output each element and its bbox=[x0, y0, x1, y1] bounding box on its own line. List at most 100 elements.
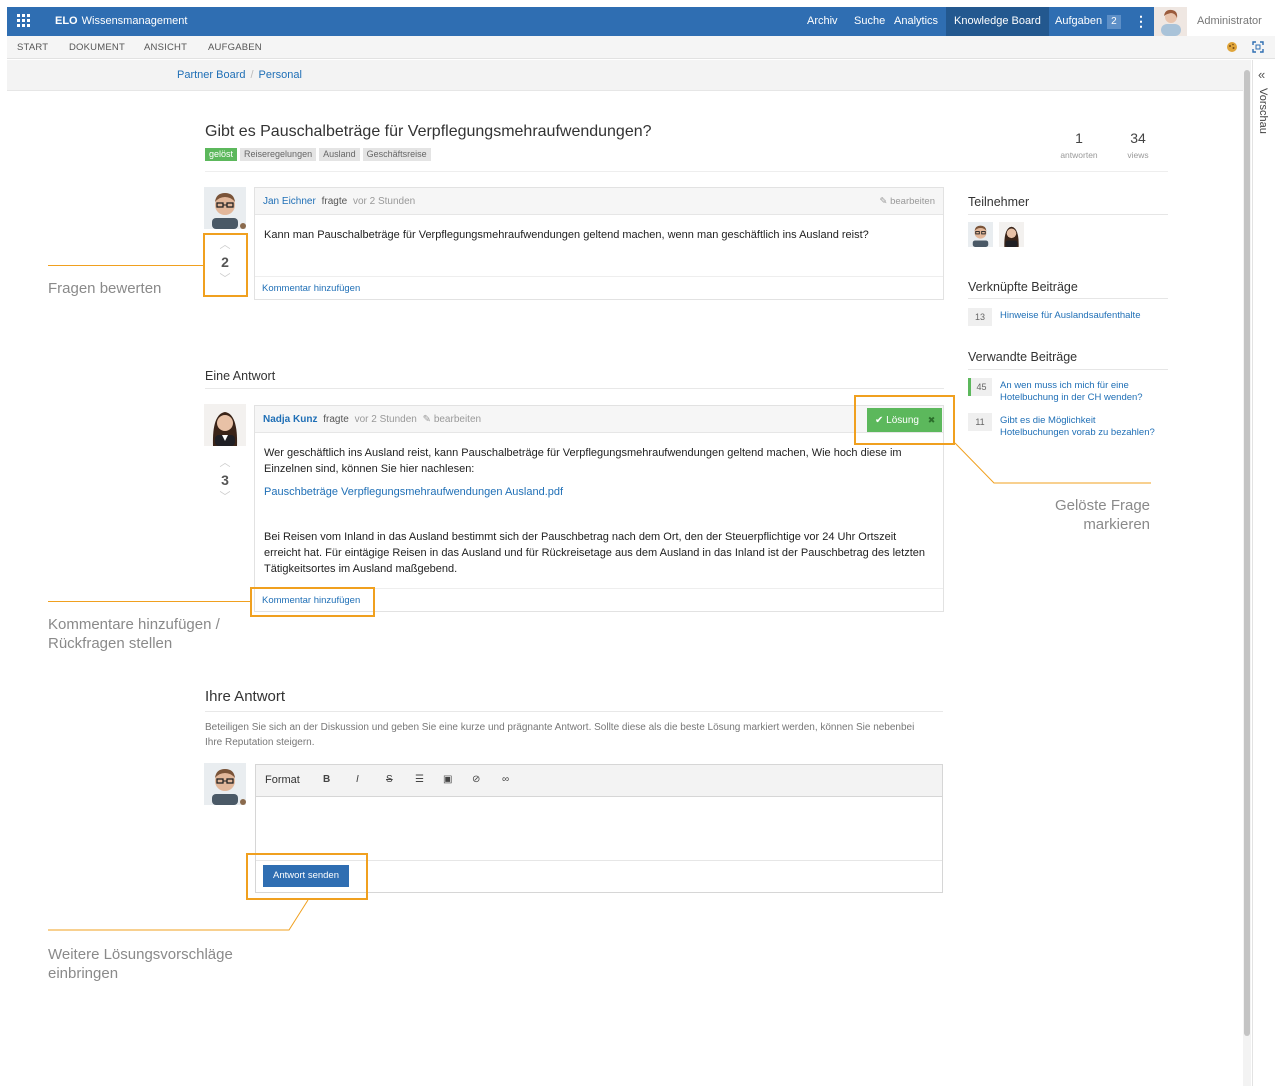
avatar-image bbox=[968, 222, 993, 247]
avatar-current-user[interactable] bbox=[204, 763, 246, 805]
your-answer-divider bbox=[205, 711, 943, 712]
more-menu-icon[interactable]: ⋮ bbox=[1134, 7, 1148, 36]
avatar-nadja-kunz[interactable] bbox=[204, 404, 246, 446]
tag-solved[interactable]: gelöst bbox=[205, 148, 238, 161]
ribbon-tab-ansicht[interactable]: ANSICHT bbox=[144, 42, 187, 53]
breadcrumb-personal[interactable]: Personal bbox=[259, 69, 302, 81]
preview-toggle[interactable]: Vorschau bbox=[1257, 88, 1269, 134]
question-add-comment-link[interactable]: Kommentar hinzufügen bbox=[262, 283, 360, 294]
bold-button[interactable]: B bbox=[323, 774, 330, 785]
answers-stat: 1 antworten bbox=[1049, 130, 1109, 160]
scrollbar-thumb[interactable] bbox=[1244, 70, 1250, 1036]
avatar-jan-eichner[interactable] bbox=[204, 187, 246, 229]
nav-analytics[interactable]: Analytics bbox=[886, 7, 946, 36]
avatar-image bbox=[999, 222, 1024, 247]
related-post-link[interactable]: Gibt es die Möglichkeit Hotelbuchungen v… bbox=[1000, 415, 1155, 439]
ribbon-tab-aufgaben[interactable]: AUFGABEN bbox=[208, 42, 262, 53]
answers-heading: Eine Antwort bbox=[205, 369, 276, 383]
views-label: views bbox=[1127, 150, 1149, 160]
italic-button[interactable]: I bbox=[356, 774, 359, 785]
upvote-icon[interactable]: ︿ bbox=[205, 457, 245, 469]
nav-knowledge-board[interactable]: Knowledge Board bbox=[946, 7, 1049, 36]
views-count: 34 bbox=[1130, 130, 1146, 146]
answers-count: 1 bbox=[1075, 130, 1083, 146]
callout-more-solutions: Weitere Lösungsvorschläge einbringen bbox=[48, 945, 233, 983]
answer-edit-label: bearbeiten bbox=[433, 414, 482, 425]
answer-file-link[interactable]: Pauschbeträge Verpflegungsmehraufwendung… bbox=[264, 484, 563, 500]
linked-post-link[interactable]: Hinweise für Auslandsaufenthalte bbox=[1000, 310, 1140, 322]
question-meta: Jan Eichner fragte vor 2 Stunden bbox=[263, 196, 415, 207]
editor-toolbar: Format B I S ☰ ▣ ⊘ ∞ bbox=[256, 765, 942, 797]
question-verb: fragte bbox=[321, 196, 348, 207]
cookie-icon[interactable] bbox=[1226, 41, 1238, 53]
answers-label: antworten bbox=[1060, 150, 1098, 160]
editor-text-area[interactable] bbox=[256, 797, 942, 859]
breadcrumb: Partner Board / Personal bbox=[177, 69, 302, 81]
strikethrough-icon[interactable]: S bbox=[386, 774, 393, 785]
participant-avatar-jan[interactable] bbox=[968, 222, 993, 247]
ribbon-tab-dokument[interactable]: DOKUMENT bbox=[69, 42, 125, 53]
answer-post-header: Nadja Kunz fragte vor 2 Stunden ✎ bearbe… bbox=[255, 406, 943, 433]
app-brand[interactable]: ELO Wissensmanagement bbox=[55, 15, 187, 27]
related-post-link[interactable]: An wen muss ich mich für eine Hotelbuchu… bbox=[1000, 380, 1143, 404]
callout-line-comment bbox=[48, 601, 250, 602]
related-post-title-line: Hotelbuchung in der CH wenden? bbox=[1000, 392, 1143, 403]
avatar-image bbox=[204, 404, 246, 446]
answer-verb: fragte bbox=[323, 414, 349, 425]
question-post: Jan Eichner fragte vor 2 Stunden ✎ bearb… bbox=[254, 187, 944, 300]
views-stat: 34 views bbox=[1108, 130, 1168, 160]
answers-divider bbox=[205, 388, 944, 389]
callout-mark-solved-line: Gelöste Frage bbox=[1054, 497, 1150, 514]
question-time: vor 2 Stunden bbox=[352, 196, 416, 207]
breadcrumb-separator: / bbox=[250, 69, 254, 81]
nav-archiv[interactable]: Archiv bbox=[799, 7, 846, 36]
question-comment-row: Kommentar hinzufügen bbox=[255, 276, 943, 299]
callout-mark-solved-line: markieren bbox=[1083, 516, 1150, 533]
downvote-icon[interactable]: ﹀ bbox=[205, 491, 245, 503]
app-grid-icon[interactable] bbox=[17, 14, 30, 27]
top-bar: ELO Wissensmanagement Archiv Suche Analyt… bbox=[7, 7, 1275, 55]
pencil-icon: ✎ bbox=[422, 414, 432, 425]
question-author-link[interactable]: Jan Eichner bbox=[263, 196, 316, 207]
related-posts-divider bbox=[968, 369, 1168, 370]
related-post-title-line: Hotelbuchungen vorab zu bezahlen? bbox=[1000, 427, 1155, 438]
pencil-icon: ✎ bbox=[879, 196, 888, 207]
related-post-title-line: An wen muss ich mich für eine bbox=[1000, 380, 1129, 391]
participant-avatar-nadja[interactable] bbox=[999, 222, 1024, 247]
answer-paragraph-2: Bei Reisen vom Inland in das Ausland bes… bbox=[264, 531, 926, 575]
tasks-count-badge: 2 bbox=[1107, 15, 1121, 29]
tag-geschaeftsreise[interactable]: Geschäftsreise bbox=[362, 148, 431, 161]
callout-line-submit bbox=[48, 899, 309, 931]
participants-heading: Teilnehmer bbox=[968, 195, 1030, 209]
list-icon[interactable]: ☰ bbox=[415, 774, 424, 785]
answer-edit-button[interactable]: ✎ bearbeiten bbox=[423, 414, 481, 425]
nav-aufgaben[interactable]: Aufgaben 2 bbox=[1047, 7, 1129, 36]
callout-mark-solved: Gelöste Frage markieren bbox=[990, 496, 1150, 534]
callout-more-solutions-line: einbringen bbox=[48, 965, 119, 982]
answer-author-link[interactable]: Nadja Kunz bbox=[263, 414, 317, 425]
link-icon[interactable]: ∞ bbox=[502, 774, 509, 785]
double-chevron-left-icon[interactable]: « bbox=[1258, 67, 1265, 82]
answer-meta: Nadja Kunz fragte vor 2 Stunden ✎ bearbe… bbox=[263, 414, 481, 425]
attachment-icon[interactable]: ⊘ bbox=[472, 774, 480, 785]
user-avatar[interactable] bbox=[1153, 7, 1188, 36]
related-post-count: 11 bbox=[968, 413, 992, 431]
fullscreen-icon[interactable] bbox=[1252, 41, 1264, 53]
callout-line-solution bbox=[954, 442, 1151, 484]
user-avatar-image bbox=[1154, 7, 1188, 36]
tag-reiseregelungen[interactable]: Reiseregelungen bbox=[240, 148, 317, 161]
ribbon-tab-start[interactable]: START bbox=[17, 42, 48, 53]
tag-ausland[interactable]: Ausland bbox=[319, 148, 360, 161]
breadcrumb-partner-board[interactable]: Partner Board bbox=[177, 69, 245, 81]
brand-logo: ELO bbox=[55, 15, 78, 27]
question-edit-button[interactable]: ✎ bearbeiten bbox=[879, 196, 935, 207]
callout-rate-questions: Fragen bewerten bbox=[48, 280, 162, 297]
question-title: Gibt es Pauschalbeträge für Verpflegungs… bbox=[205, 123, 652, 140]
format-dropdown[interactable]: Format bbox=[265, 774, 300, 786]
image-icon[interactable]: ▣ bbox=[443, 774, 452, 785]
related-post-count: 45 bbox=[968, 378, 992, 396]
user-menu[interactable]: Administrator ▼ bbox=[1187, 7, 1275, 55]
callout-box-vote bbox=[203, 233, 248, 297]
ribbon-tabs: START DOKUMENT ANSICHT AUFGABEN bbox=[7, 36, 1275, 59]
question-tags: gelöst Reiseregelungen Ausland Geschäftsrei… bbox=[205, 148, 434, 161]
